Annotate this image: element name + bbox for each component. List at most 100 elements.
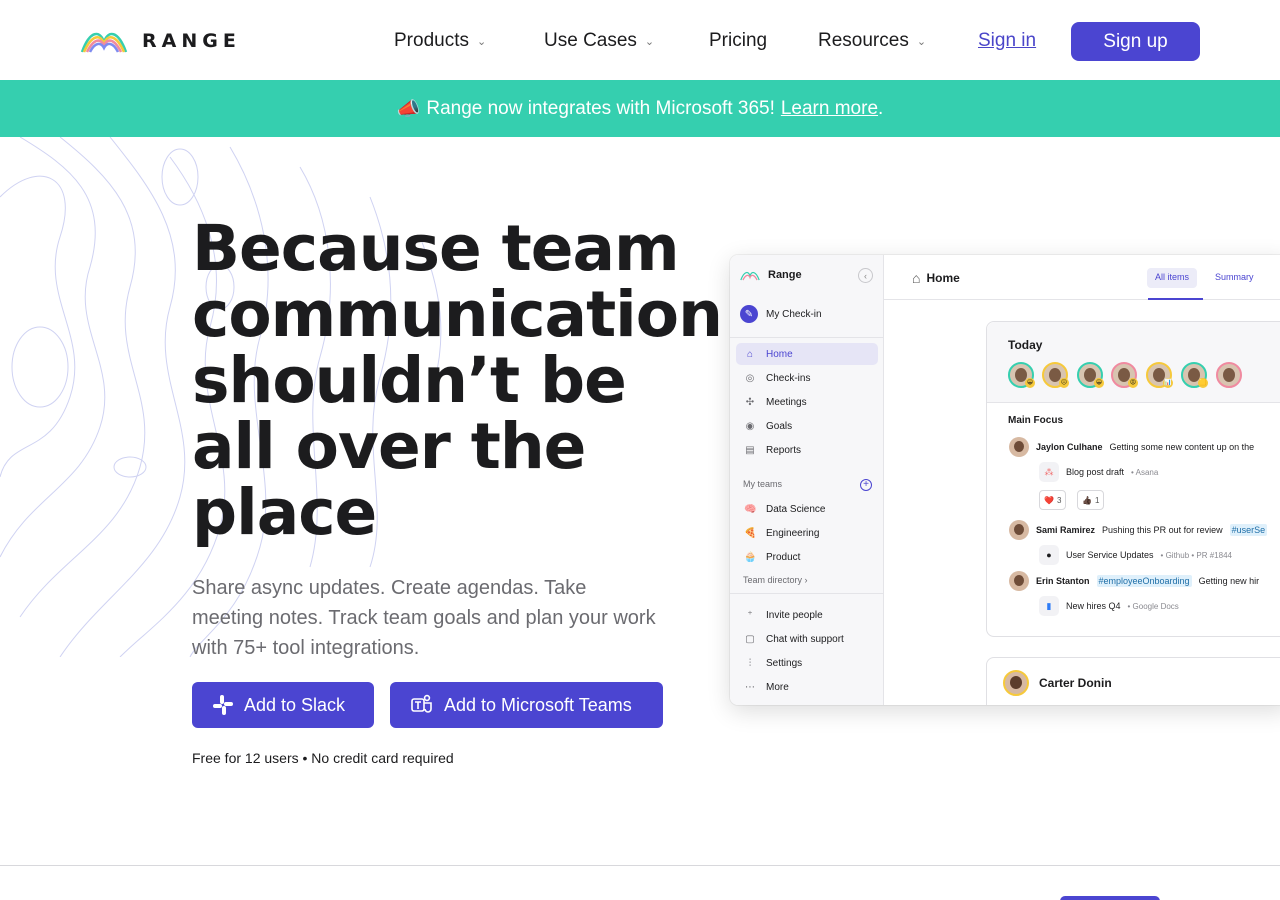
attachment-item[interactable]: ⁂ Blog post draft • Asana <box>1039 462 1158 482</box>
sidebar-item-check-ins[interactable]: ◎ Check-ins <box>736 367 878 389</box>
section-divider <box>0 865 1280 866</box>
team-directory-label: Team directory <box>743 575 803 585</box>
entry-author: Erin Stanton <box>1036 576 1090 586</box>
chevron-down-icon: ⌄ <box>916 35 927 48</box>
app-sidebar: Range ‹ ✎ My Check-in ⌂ Home ◎ Check-ins ✣… <box>730 255 884 705</box>
cupcake-icon: 🧁 <box>744 551 757 563</box>
collapse-sidebar-icon[interactable]: ‹ <box>858 268 873 283</box>
range-logo-icon <box>740 271 760 280</box>
range-logo[interactable]: RANGE <box>80 28 241 54</box>
chat-icon: ▢ <box>745 633 755 645</box>
avatar[interactable]: 🟨 <box>1181 362 1208 388</box>
entry-tag[interactable]: #userSe <box>1229 524 1268 536</box>
today-card: Today 😀 😐 😀 😡 📊 🟨 Main Focus Jaylon Culh… <box>986 321 1280 637</box>
top-nav: RANGE Products ⌄ Use Cases ⌄ Pricing Resou… <box>0 0 1280 80</box>
sidebar-more[interactable]: ⋯ More <box>736 676 878 698</box>
clipboard-icon: ▤ <box>745 444 755 456</box>
meetings-icon: ✣ <box>745 396 755 408</box>
my-teams-heading: My teams <box>743 479 783 489</box>
chevron-down-icon: ⌄ <box>476 35 487 48</box>
avatar[interactable]: 😀 <box>1077 362 1104 388</box>
nav-products-label: Products <box>394 30 469 51</box>
avatar[interactable]: 📊 <box>1146 362 1173 388</box>
avatar <box>1009 571 1029 591</box>
check-circle-icon: ◎ <box>745 372 755 384</box>
invite-icon: ⁺ <box>747 609 753 621</box>
reaction-count: 3 <box>1056 495 1062 505</box>
pricing-footnote: Free for 12 users • No credit card requi… <box>192 750 454 766</box>
avatar[interactable] <box>1216 362 1242 388</box>
add-to-teams-button[interactable]: Add to Microsoft Teams <box>390 682 663 728</box>
entry-text: Getting new hir <box>1198 576 1260 586</box>
app-screenshot: Range ‹ ✎ My Check-in ⌂ Home ◎ Check-ins ✣… <box>730 255 1280 705</box>
next-section-button[interactable] <box>1060 896 1160 900</box>
sidebar-settings[interactable]: ⫶ Settings <box>736 652 878 674</box>
list-item: Jaylon Culhane Getting some new content … <box>1009 437 1254 457</box>
sidebar-divider <box>730 337 884 338</box>
avatar[interactable]: 😡 <box>1111 362 1138 388</box>
main-focus-heading: Main Focus <box>1008 415 1064 426</box>
sidebar-item-label: Meetings <box>766 396 807 408</box>
page-title: ⌂ Home <box>912 270 960 286</box>
list-item: Sami Ramirez Pushing this PR out for rev… <box>1009 520 1268 540</box>
sidebar-divider <box>730 593 884 594</box>
hero-headline: Because team communication shouldn’t be … <box>192 212 723 549</box>
attachment-item[interactable]: ▮ New hires Q4 • Google Docs <box>1039 596 1179 616</box>
reaction-thumbs-up[interactable]: 👍🏿 1 <box>1077 490 1105 510</box>
attachment-item[interactable]: ● User Service Updates • Github • PR #18… <box>1039 545 1232 565</box>
reaction-heart[interactable]: ❤️ 3 <box>1039 490 1067 510</box>
sign-up-button[interactable]: Sign up <box>1071 22 1200 61</box>
sidebar-item-meetings[interactable]: ✣ Meetings <box>736 391 878 413</box>
sidebar-item-label: Check-ins <box>766 372 811 384</box>
nav-use-cases-label: Use Cases <box>544 30 637 51</box>
tab-summary[interactable]: Summary <box>1207 268 1262 288</box>
entry-text: Pushing this PR out for review <box>1102 525 1223 535</box>
sidebar-team-product[interactable]: 🧁 Product <box>736 546 878 568</box>
sidebar-team-engineering[interactable]: 🍕 Engineering <box>736 522 878 544</box>
megaphone-icon: 📣 <box>396 98 421 120</box>
attachment-source: • Github • PR #1844 <box>1160 550 1232 560</box>
sidebar-item-label: Home <box>766 348 793 360</box>
nav-use-cases[interactable]: Use Cases ⌄ <box>544 30 654 52</box>
sidebar-item-label: Chat with support <box>766 633 844 645</box>
entry-author: Sami Ramirez <box>1036 525 1096 535</box>
sidebar-item-label: Reports <box>766 444 802 456</box>
sign-in-link[interactable]: Sign in <box>978 30 1036 52</box>
home-icon: ⌂ <box>746 348 754 360</box>
attachment-source: • Asana <box>1131 467 1159 477</box>
sidebar-item-reports[interactable]: ▤ Reports <box>736 439 878 461</box>
entry-author: Jaylon Culhane <box>1036 442 1103 452</box>
nav-pricing[interactable]: Pricing <box>709 30 767 52</box>
heart-icon: ❤️ <box>1044 495 1054 505</box>
user-card: Carter Donin <box>986 657 1280 705</box>
add-to-teams-label: Add to Microsoft Teams <box>444 694 632 715</box>
avatar[interactable]: 😀 <box>1008 362 1035 388</box>
thumbs-up-icon: 👍🏿 <box>1082 495 1092 505</box>
nav-products[interactable]: Products ⌄ <box>394 30 486 52</box>
nav-resources[interactable]: Resources ⌄ <box>818 30 926 52</box>
sidebar-item-home[interactable]: ⌂ Home <box>736 343 878 365</box>
sidebar-invite-people[interactable]: ⁺ Invite people <box>736 604 878 626</box>
add-to-slack-button[interactable]: Add to Slack <box>192 682 374 728</box>
team-label: Data Science <box>766 503 826 515</box>
add-to-slack-label: Add to Slack <box>244 694 346 715</box>
sidebar-team-data-science[interactable]: 🧠 Data Science <box>736 498 878 520</box>
add-team-icon[interactable]: + <box>860 479 872 491</box>
avatar[interactable] <box>1003 670 1029 696</box>
attachment-label: Blog post draft <box>1066 467 1125 477</box>
entry-tag[interactable]: #employeeOnboarding <box>1096 575 1192 587</box>
logo-text: RANGE <box>142 30 241 52</box>
sidebar-chat-support[interactable]: ▢ Chat with support <box>736 628 878 650</box>
avatar[interactable]: 😐 <box>1042 362 1069 388</box>
learn-more-link[interactable]: Learn more <box>781 98 878 119</box>
sidebar-item-goals[interactable]: ◉ Goals <box>736 415 878 437</box>
chevron-right-icon: › <box>804 575 808 585</box>
banner-text: Range now integrates with Microsoft 365! <box>426 97 775 119</box>
announcement-banner: 📣 Range now integrates with Microsoft 36… <box>0 80 1280 137</box>
asana-icon: ⁂ <box>1039 462 1059 482</box>
tab-all-items[interactable]: All items <box>1147 268 1198 288</box>
attachment-source: • Google Docs <box>1127 601 1179 611</box>
my-checkin-button[interactable]: ✎ My Check-in <box>740 305 822 323</box>
team-directory-link[interactable]: Team directory › <box>743 575 808 585</box>
attachment-label: New hires Q4 <box>1066 601 1121 611</box>
